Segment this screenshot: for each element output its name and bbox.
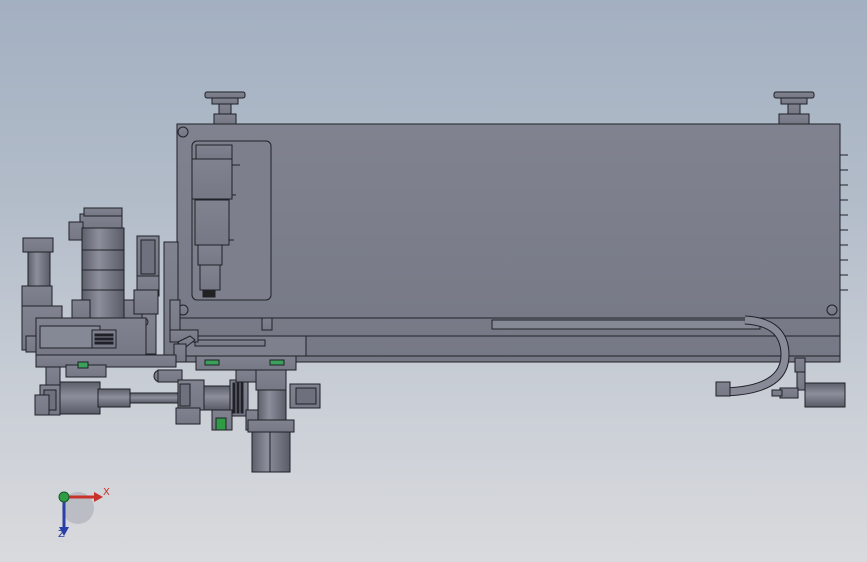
coordinate-triad-icon [58,491,103,536]
cad-graphics-area[interactable]: X Z [0,0,867,562]
x-axis-label: X [103,487,110,498]
z-axis-label: Z [58,529,65,540]
